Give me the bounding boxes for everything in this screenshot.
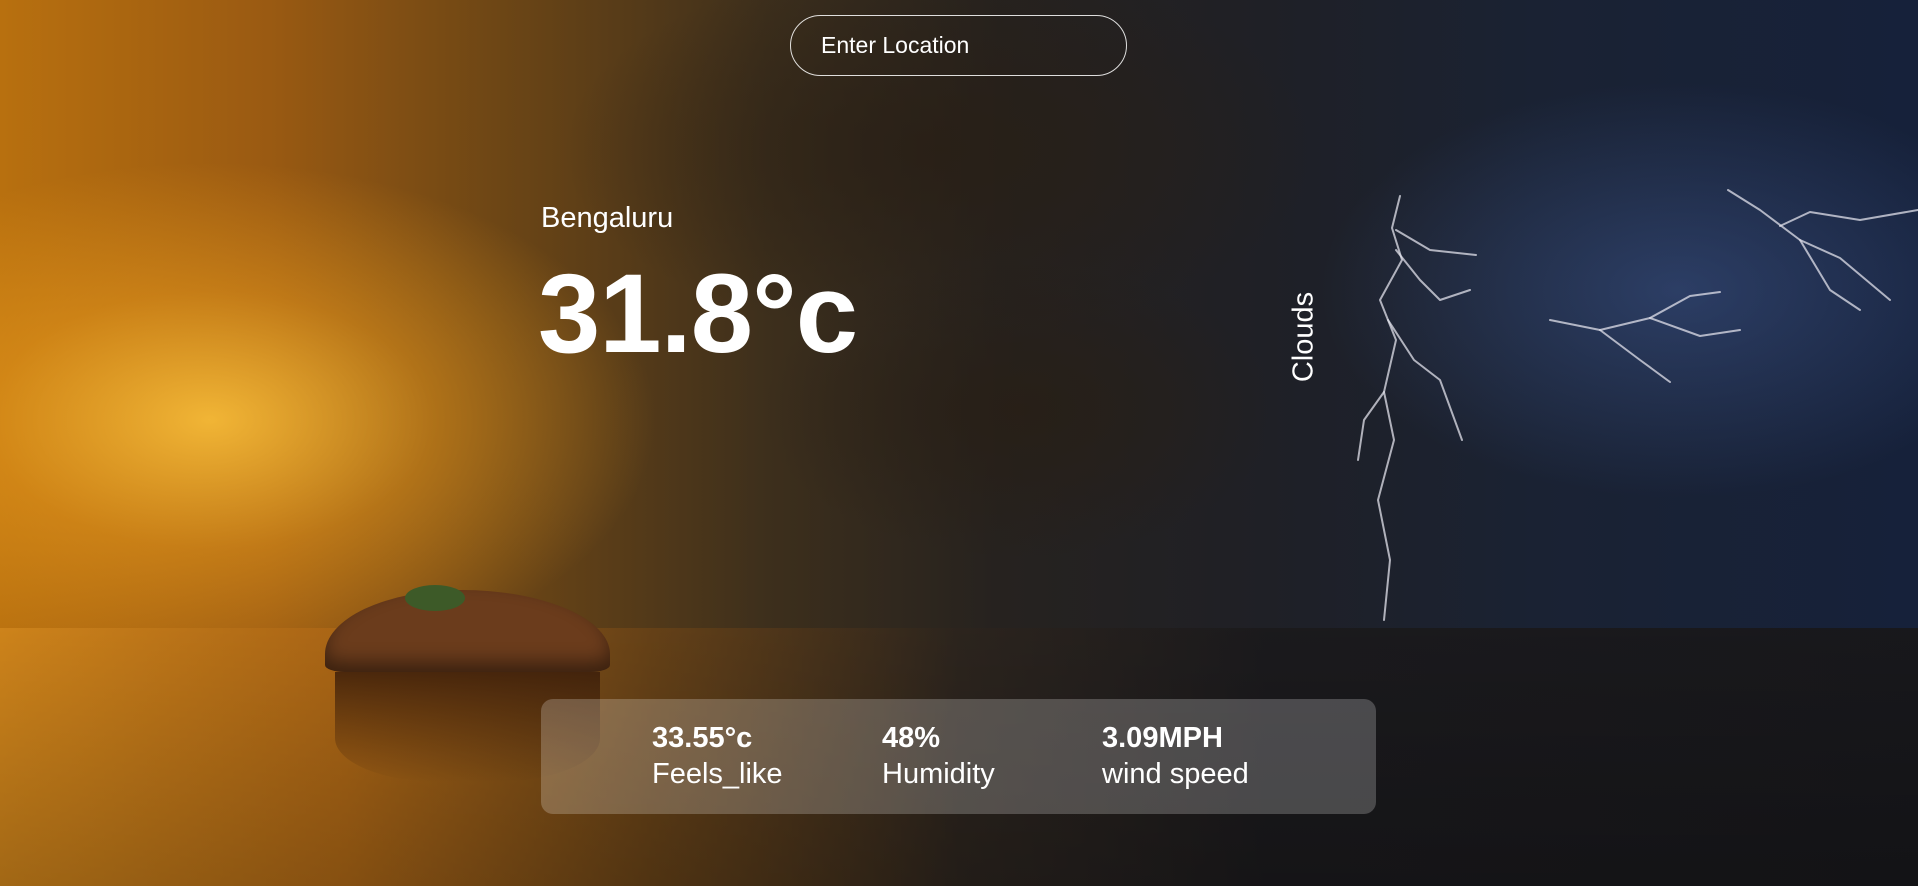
humidity-label: Humidity bbox=[882, 757, 995, 790]
wind-speed-value: 3.09MPH bbox=[1102, 722, 1223, 754]
weather-condition: Clouds bbox=[1287, 291, 1320, 383]
weather-stats-panel: 33.55°c Feels_like 48% Humidity 3.09MPH … bbox=[541, 699, 1376, 814]
feels-like-value: 33.55°c bbox=[652, 722, 753, 754]
humidity-value: 48% bbox=[882, 722, 941, 754]
temperature: 31.8°c bbox=[538, 251, 858, 376]
wind-speed-stat: 3.09MPH wind speed bbox=[1102, 722, 1249, 792]
feels-like-stat: 33.55°c Feels_like bbox=[652, 722, 783, 792]
location-name: Bengaluru bbox=[541, 202, 674, 234]
feels-like-label: Feels_like bbox=[652, 757, 783, 790]
humidity-stat: 48% Humidity bbox=[882, 722, 995, 792]
wind-speed-label: wind speed bbox=[1102, 757, 1249, 790]
location-search-input[interactable] bbox=[790, 15, 1127, 76]
